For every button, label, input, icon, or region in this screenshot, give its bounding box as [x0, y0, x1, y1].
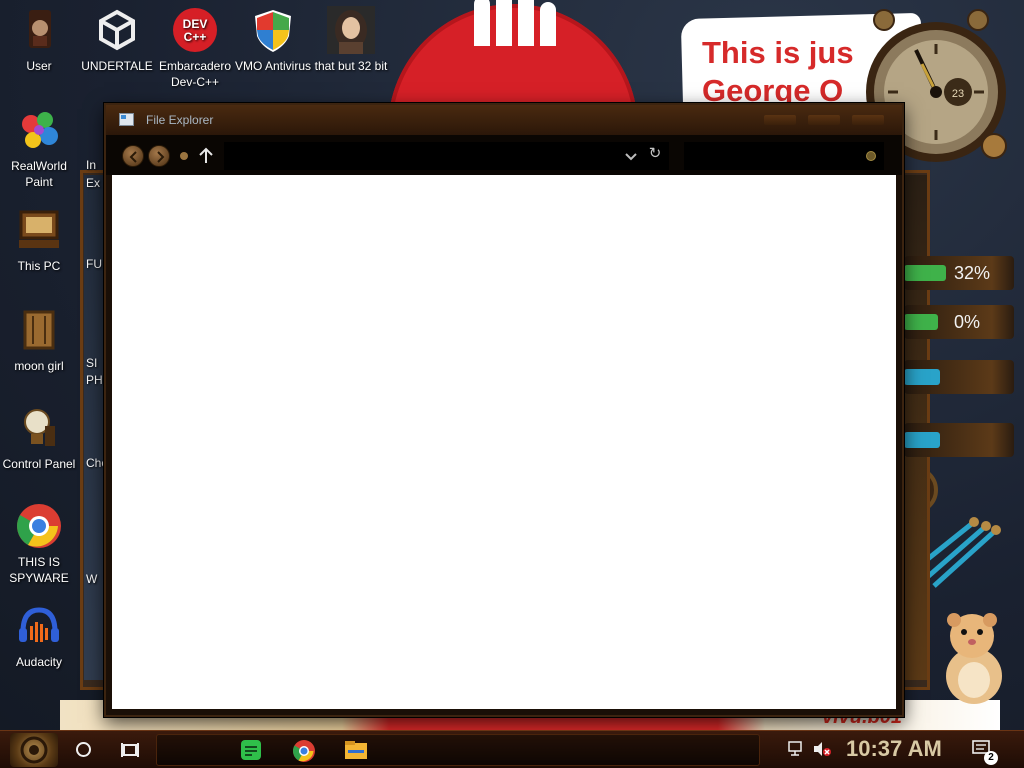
- taskbar: 10:37 AM 2: [0, 730, 1024, 768]
- desktop-icon-label: This PC: [17, 259, 61, 273]
- desktop-icon-chrome[interactable]: THIS IS SPYWARE: [0, 502, 78, 586]
- portrait-icon: [327, 6, 375, 54]
- address-bar[interactable]: [224, 142, 669, 170]
- peek-label: In: [86, 158, 97, 172]
- taskbar-app-notes[interactable]: [240, 739, 262, 761]
- desktop-icon-control-panel[interactable]: Control Panel: [0, 404, 78, 472]
- notification-count-badge: 2: [984, 751, 998, 765]
- recent-locations-button[interactable]: [180, 152, 188, 160]
- user-folder-icon: [15, 6, 63, 54]
- network-meter: [904, 423, 1014, 457]
- taskbar-app-chrome[interactable]: [292, 739, 315, 762]
- svg-text:DEV: DEV: [183, 17, 208, 31]
- taskbar-clock[interactable]: 10:37 AM: [846, 736, 942, 762]
- chevron-down-icon: [625, 153, 637, 161]
- desktop: This is jus George O 23 vivu.b01 In Ex F…: [0, 0, 1024, 730]
- desktop-icon-label: Embarcadero Dev-C++: [158, 59, 232, 89]
- desktop-icon-this-pc[interactable]: This PC: [0, 206, 78, 274]
- peek-label: W: [86, 572, 98, 586]
- folder-icon: [345, 741, 367, 759]
- peek-label: Cho: [86, 456, 106, 470]
- arrow-up-icon: [199, 147, 213, 163]
- task-view-button[interactable]: [121, 741, 139, 759]
- desktop-icon-label: Control Panel: [2, 457, 76, 471]
- up-button[interactable]: [198, 147, 214, 165]
- unity-icon: [93, 6, 141, 54]
- explorer-content-pane[interactable]: [112, 175, 896, 709]
- peek-label: FUR: [86, 257, 106, 271]
- svg-text:23: 23: [952, 88, 964, 100]
- wooden-bin-icon: [15, 306, 63, 354]
- desktop-icon-that-but-32-bit[interactable]: that but 32 bit: [312, 6, 390, 74]
- desktop-icon-vmo-antivirus[interactable]: VMO Antivirus: [234, 6, 312, 74]
- task-view-icon: [121, 743, 139, 757]
- window-title: File Explorer: [146, 113, 214, 127]
- cpu-meter-fill: [904, 265, 946, 281]
- cpu-meter-label: 32%: [954, 263, 991, 283]
- lightbulb-icon: [15, 404, 63, 452]
- computer-icon: [15, 206, 63, 254]
- address-dropdown-button[interactable]: [624, 149, 638, 163]
- peek-label: Ex: [86, 176, 101, 190]
- shield-icon: [249, 6, 297, 54]
- file-explorer-app-icon: [119, 113, 134, 126]
- desktop-icon-label: VMO Antivirus: [234, 59, 312, 73]
- volume-muted-icon[interactable]: [812, 741, 832, 768]
- desktop-icon-label: Audacity: [15, 655, 63, 669]
- desktop-icon-user[interactable]: User: [0, 6, 78, 74]
- memory-meter-fill: [904, 314, 938, 330]
- hamster-icon: [946, 613, 1002, 704]
- search-icon: [866, 151, 876, 161]
- maximize-button[interactable]: [808, 115, 840, 125]
- gear-start-icon: [20, 736, 48, 764]
- network-meter-fill: [904, 432, 940, 448]
- arrow-right-icon: [157, 151, 165, 163]
- search-cortana-button[interactable]: [76, 742, 91, 757]
- arrow-left-icon: [129, 151, 137, 163]
- peek-label: PHO: [86, 373, 106, 387]
- network-icon[interactable]: [788, 741, 806, 768]
- start-button[interactable]: [10, 733, 58, 767]
- file-explorer-window[interactable]: File Explorer ↻: [104, 103, 904, 717]
- window-titlebar[interactable]: File Explorer: [106, 105, 902, 135]
- desktop-icon-devcpp[interactable]: DEV C++ Embarcadero Dev-C++: [156, 6, 234, 90]
- disk-meter: [904, 360, 1014, 394]
- desktop-icon-label: RealWorld Paint: [11, 159, 67, 189]
- refresh-button[interactable]: ↻: [646, 144, 664, 164]
- desktop-icon-realworld-paint[interactable]: RealWorld Paint: [0, 106, 78, 190]
- desktop-icon-moon-girl[interactable]: moon girl: [0, 306, 78, 374]
- minimize-button[interactable]: [764, 115, 796, 125]
- disk-meter-fill: [904, 369, 940, 385]
- audacity-icon: [15, 602, 63, 650]
- close-button[interactable]: [852, 115, 884, 125]
- search-box[interactable]: [684, 142, 884, 170]
- peek-label: SI: [86, 356, 98, 370]
- back-button[interactable]: [122, 145, 144, 167]
- taskbar-app-file-explorer[interactable]: [344, 739, 367, 761]
- svg-text:C++: C++: [184, 30, 207, 44]
- desktop-icon-label: User: [26, 59, 52, 73]
- memory-meter-label: 0%: [954, 312, 981, 332]
- desktop-icon-label: THIS IS SPYWARE: [9, 555, 69, 585]
- devcpp-icon: DEV C++: [171, 6, 219, 54]
- desktop-icon-audacity[interactable]: Audacity: [0, 602, 78, 670]
- explorer-toolbar: ↻: [106, 135, 902, 175]
- desktop-icon-label: that but 32 bit: [314, 59, 388, 73]
- desktop-icon-label: UNDERTALE: [81, 59, 153, 73]
- notes-icon: [241, 740, 261, 760]
- chrome-icon: [15, 502, 63, 550]
- forward-button[interactable]: [148, 145, 170, 167]
- desktop-icon-undertale[interactable]: UNDERTALE: [78, 6, 156, 74]
- paint-splash-icon: [15, 106, 63, 154]
- desktop-icon-label: moon girl: [14, 359, 64, 373]
- chrome-icon: [293, 740, 315, 762]
